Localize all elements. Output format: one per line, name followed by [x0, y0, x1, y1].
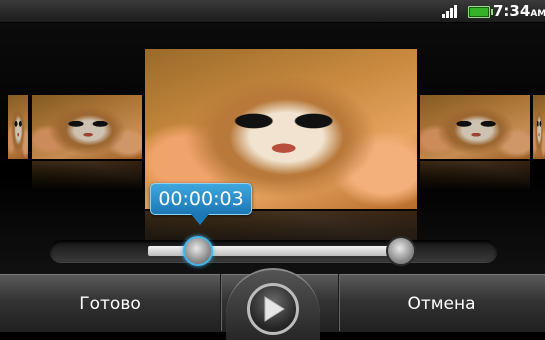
- divider-left: [220, 274, 221, 331]
- thumbnail-left-edge: [8, 95, 28, 159]
- status-clock: 7:34AM: [493, 2, 545, 20]
- status-bar: 7:34AM: [0, 0, 545, 23]
- signal-bars-icon: [442, 5, 460, 18]
- thumbnail-left-reflection: [32, 161, 142, 191]
- current-time-bubble: 00:00:03: [150, 183, 252, 225]
- play-icon: [264, 296, 285, 322]
- thumbnail-left: [32, 95, 142, 159]
- thumbnail-right: [420, 95, 530, 159]
- thumbnail-right-edge: [533, 95, 545, 159]
- trim-end-handle[interactable]: [386, 236, 416, 266]
- battery-icon: [468, 6, 493, 18]
- clock-ampm: AM: [530, 9, 545, 19]
- play-button[interactable]: [247, 283, 299, 335]
- cancel-button[interactable]: Отмена: [338, 275, 545, 332]
- trim-start-handle[interactable]: [183, 236, 213, 266]
- divider-right: [338, 274, 339, 331]
- clock-time: 7:34: [493, 2, 531, 20]
- done-button[interactable]: Готово: [0, 275, 220, 332]
- thumbnail-right-reflection: [420, 161, 530, 191]
- video-filmstrip[interactable]: [0, 23, 545, 274]
